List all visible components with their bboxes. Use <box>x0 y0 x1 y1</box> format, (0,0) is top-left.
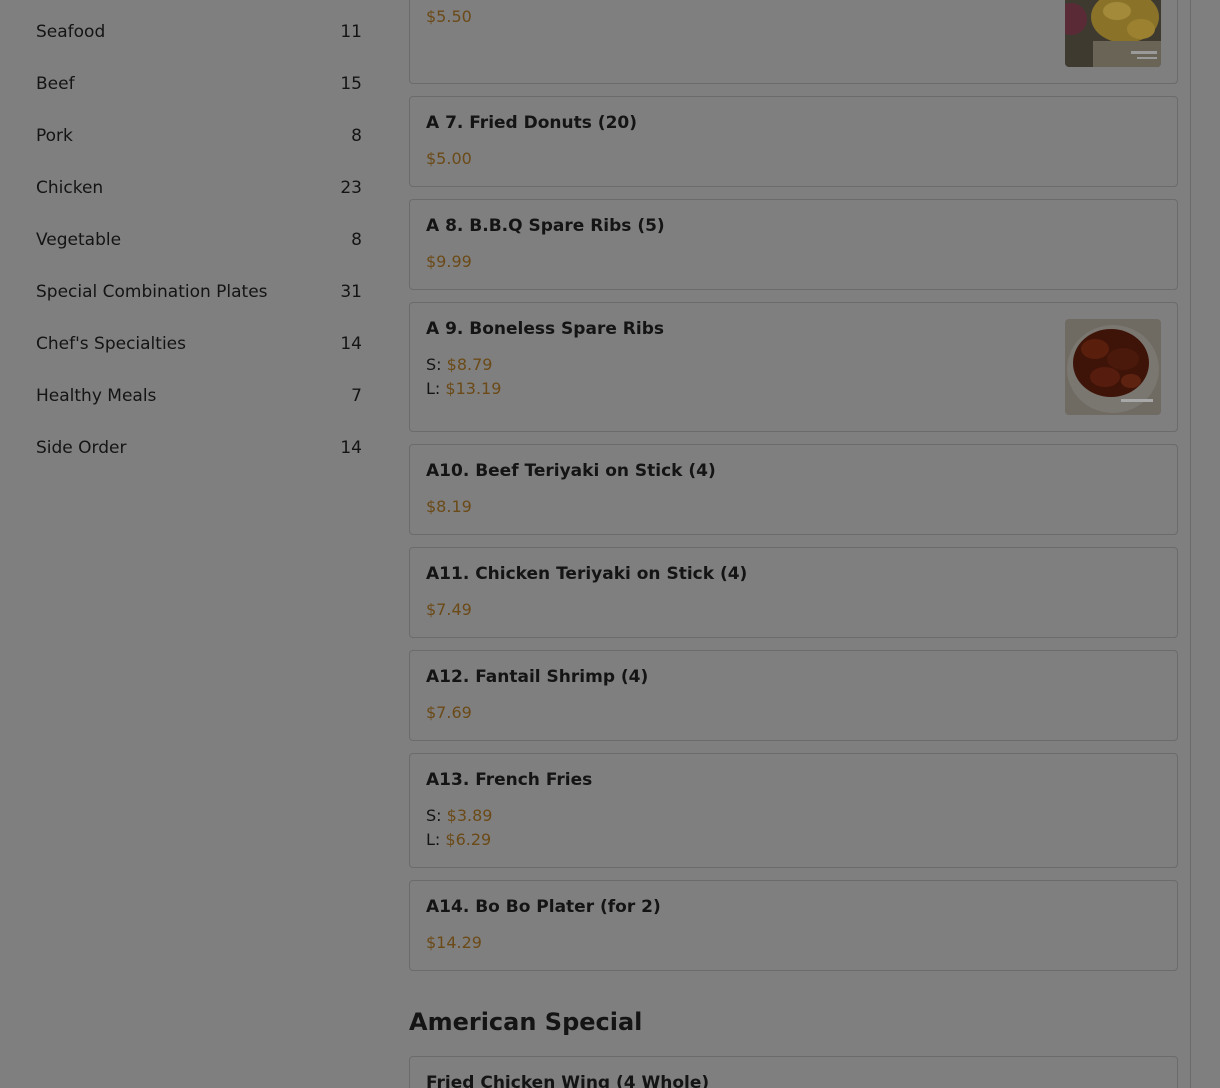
item-price-small: S: $3.89 <box>426 806 492 825</box>
dumplings-image <box>1065 0 1161 67</box>
item-name: Fried Chicken Wing (4 Whole) <box>426 1073 710 1088</box>
category-count: 11 <box>340 22 362 42</box>
item-price-large: L: $13.19 <box>426 379 501 398</box>
category-chicken[interactable]: Chicken 23 <box>36 162 362 214</box>
size-label: S: <box>426 355 442 374</box>
category-count: 15 <box>340 74 362 94</box>
menu-item-card[interactable]: A13. French Fries S: $3.89 L: $6.29 <box>409 753 1178 868</box>
item-name: A14. Bo Bo Plater (for 2) <box>426 897 661 917</box>
menu-item-card[interactable]: A 7. Fried Donuts (20) $5.00 <box>409 96 1178 187</box>
category-label: Seafood <box>36 22 106 42</box>
category-special-combination-plates[interactable]: Special Combination Plates 31 <box>36 266 362 318</box>
price-value: $13.19 <box>445 379 502 398</box>
category-count: 14 <box>340 438 362 458</box>
category-label: Beef <box>36 74 75 94</box>
menu-item-card[interactable]: Fried Chicken Wing (4 Whole) <box>409 1056 1178 1088</box>
menu-item-card[interactable]: A10. Beef Teriyaki on Stick (4) $8.19 <box>409 444 1178 535</box>
menu-item-card[interactable]: A 9. Boneless Spare Ribs S: $8.79 L: $13… <box>409 302 1178 432</box>
category-beef[interactable]: Beef 15 <box>36 58 362 110</box>
dumplings-photo <box>1065 0 1161 67</box>
price-value: $6.29 <box>445 830 492 849</box>
item-name: A13. French Fries <box>426 770 593 790</box>
menu-item-card[interactable]: A11. Chicken Teriyaki on Stick (4) $7.49 <box>409 547 1178 638</box>
category-sidebar: Seafood 11 Beef 15 Pork 8 Chicken 23 Veg… <box>36 6 362 474</box>
category-label: Chicken <box>36 178 104 198</box>
category-count: 23 <box>340 178 362 198</box>
item-price: $7.49 <box>426 600 472 619</box>
item-price: $5.00 <box>426 149 472 168</box>
item-price-small: S: $8.79 <box>426 355 492 374</box>
item-name: A 7. Fried Donuts (20) <box>426 113 637 133</box>
size-label: L: <box>426 379 441 398</box>
item-price: $8.19 <box>426 497 472 516</box>
category-label: Pork <box>36 126 73 146</box>
category-count: 14 <box>340 334 362 354</box>
category-count: 8 <box>351 126 362 146</box>
item-name: A10. Beef Teriyaki on Stick (4) <box>426 461 716 481</box>
category-count: 31 <box>340 282 362 302</box>
menu-item-card[interactable]: $5.50 <box>409 0 1178 84</box>
item-price-large: L: $6.29 <box>426 830 491 849</box>
item-price: $7.69 <box>426 703 472 722</box>
category-label: Special Combination Plates <box>36 282 268 302</box>
item-name: A 9. Boneless Spare Ribs <box>426 319 664 339</box>
item-price: $5.50 <box>426 7 472 26</box>
category-side-order[interactable]: Side Order 14 <box>36 422 362 474</box>
category-count: 8 <box>351 230 362 250</box>
menu-item-card[interactable]: A 8. B.B.Q Spare Ribs (5) $9.99 <box>409 199 1178 290</box>
category-vegetable[interactable]: Vegetable 8 <box>36 214 362 266</box>
item-price: $9.99 <box>426 252 472 271</box>
category-seafood[interactable]: Seafood 11 <box>36 6 362 58</box>
menu-item-card[interactable]: A12. Fantail Shrimp (4) $7.69 <box>409 650 1178 741</box>
category-label: Healthy Meals <box>36 386 157 406</box>
category-count: 7 <box>351 386 362 406</box>
section-heading: American Special <box>409 1008 643 1036</box>
size-label: L: <box>426 830 441 849</box>
category-chefs-specialties[interactable]: Chef's Specialties 14 <box>36 318 362 370</box>
spare-ribs-photo <box>1065 319 1161 415</box>
category-label: Vegetable <box>36 230 122 250</box>
menu-item-card[interactable]: A14. Bo Bo Plater (for 2) $14.29 <box>409 880 1178 971</box>
page-overlay: Seafood 11 Beef 15 Pork 8 Chicken 23 Veg… <box>0 0 1220 1088</box>
category-label: Side Order <box>36 438 127 458</box>
item-name: A12. Fantail Shrimp (4) <box>426 667 649 687</box>
category-pork[interactable]: Pork 8 <box>36 110 362 162</box>
price-value: $8.79 <box>446 355 493 374</box>
price-value: $3.89 <box>446 806 493 825</box>
spare-ribs-image <box>1065 319 1161 415</box>
panel-divider <box>1190 0 1191 1088</box>
item-price: $14.29 <box>426 933 482 952</box>
item-name: A 8. B.B.Q Spare Ribs (5) <box>426 216 665 236</box>
category-label: Chef's Specialties <box>36 334 186 354</box>
category-healthy-meals[interactable]: Healthy Meals 7 <box>36 370 362 422</box>
size-label: S: <box>426 806 442 825</box>
item-name: A11. Chicken Teriyaki on Stick (4) <box>426 564 748 584</box>
